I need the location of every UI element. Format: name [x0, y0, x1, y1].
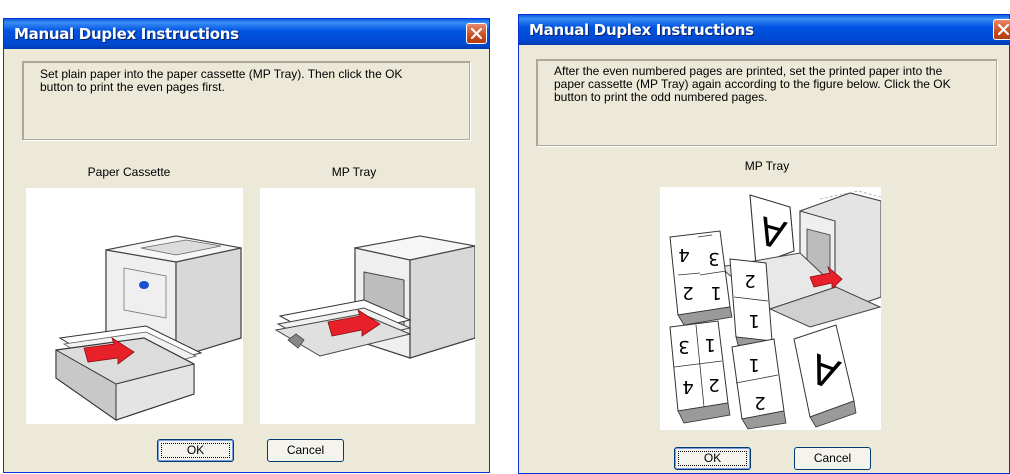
mp-tray-duplex-illustration: A 4 3 2 1 2 1 3 4 1 2 1 2 A	[660, 187, 881, 430]
label-mp-tray-left: MP Tray	[331, 165, 377, 179]
left-close-button[interactable]	[466, 23, 487, 44]
right-titlebar[interactable]: Manual Duplex Instructions	[519, 15, 1010, 45]
page-digit: 1	[748, 310, 759, 331]
page-digit: 2	[754, 392, 765, 413]
paper-cassette-illustration	[26, 188, 243, 424]
right-dialog: Manual Duplex Instructions After the eve…	[518, 14, 1010, 474]
page-digit: 2	[682, 282, 693, 303]
left-titlebar[interactable]: Manual Duplex Instructions	[4, 19, 489, 49]
page-digit: 3	[708, 248, 719, 269]
left-dialog: Manual Duplex Instructions Set plain pap…	[3, 18, 490, 473]
page-digit: 1	[748, 354, 759, 375]
label-mp-tray-right: MP Tray	[744, 159, 790, 173]
page-digit: 4	[678, 244, 689, 265]
right-close-button[interactable]	[993, 19, 1010, 40]
left-ok-button[interactable]: OK	[157, 439, 234, 462]
right-ok-button[interactable]: OK	[674, 447, 751, 470]
label-paper-cassette: Paper Cassette	[87, 165, 171, 179]
right-cancel-button[interactable]: Cancel	[794, 447, 871, 470]
page-digit: 1	[710, 282, 721, 303]
left-message-line2: button to print the even pages first.	[40, 80, 225, 94]
close-icon	[470, 27, 483, 40]
cassette-dot-icon	[139, 281, 149, 289]
page-digit: 3	[678, 336, 689, 357]
page-digit: 2	[744, 270, 755, 291]
page-digit: 1	[704, 334, 715, 355]
left-dialog-title: Manual Duplex Instructions	[14, 25, 239, 43]
right-dialog-title: Manual Duplex Instructions	[529, 21, 754, 39]
close-icon	[997, 23, 1010, 36]
page-digit: 2	[708, 374, 719, 395]
mp-tray-illustration-left	[260, 188, 475, 424]
right-message-line3: button to print the odd numbered pages.	[554, 90, 768, 104]
page-digit: 4	[682, 376, 693, 397]
left-cancel-button[interactable]: Cancel	[267, 439, 344, 462]
